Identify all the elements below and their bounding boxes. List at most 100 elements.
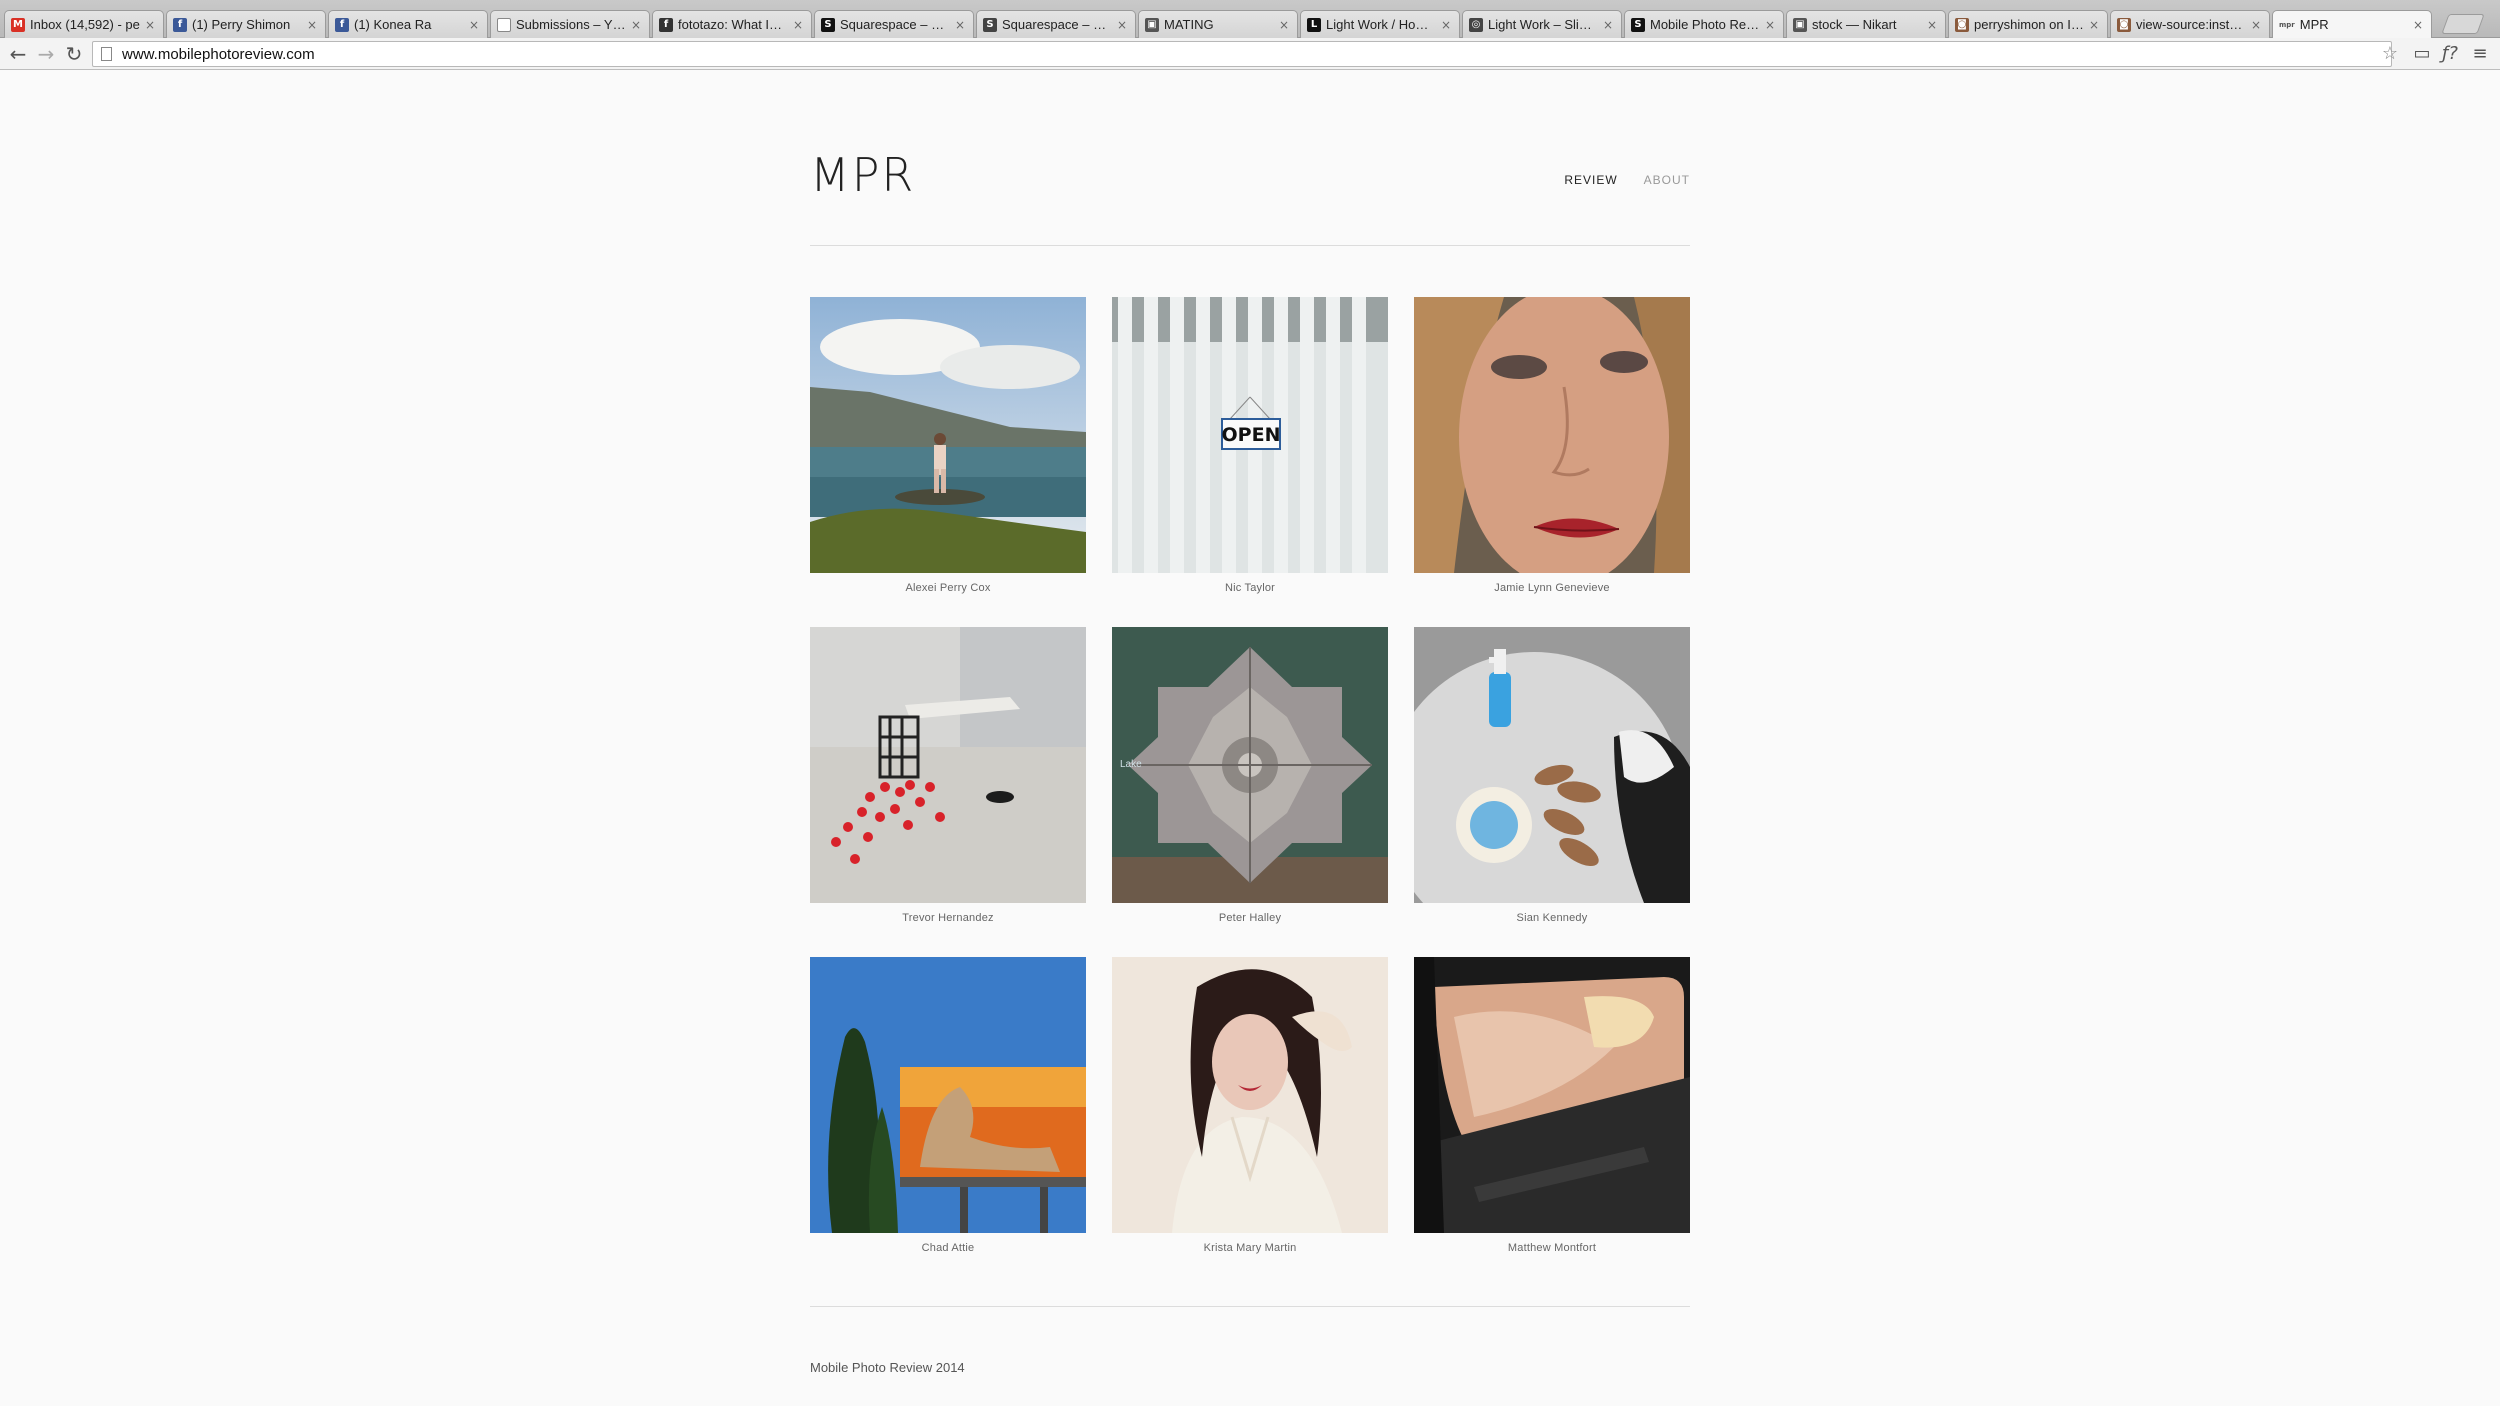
browser-tab[interactable]: L Light Work / How to ×	[1300, 10, 1460, 38]
tab-title: Light Work – SlideRo	[1488, 17, 1598, 32]
main-nav: REVIEW ABOUT	[1564, 173, 1690, 187]
browser-tab[interactable]: mpr MPR ×	[2272, 10, 2432, 38]
gallery-item[interactable]: OPEN Nic Taylor	[1112, 297, 1388, 607]
close-tab-icon[interactable]: ×	[631, 18, 643, 32]
photographer-name: Jamie Lynn Genevieve	[1494, 582, 1610, 594]
close-tab-icon[interactable]: ×	[2413, 18, 2425, 32]
lightwork-icon: L	[1307, 17, 1321, 32]
browser-tab[interactable]: f (1) Konea Ra ×	[328, 10, 488, 38]
browser-toolbar: ← → ↻ www.mobilephotoreview.com ☆ ▭ ƒ? ≡	[0, 38, 2500, 70]
footer-divider	[810, 1306, 1690, 1307]
tab-title: MATING	[1164, 17, 1214, 32]
squarespace-icon: S	[983, 17, 997, 32]
thumbnail-image	[1414, 627, 1690, 903]
close-tab-icon[interactable]: ×	[1603, 18, 1615, 32]
close-tab-icon[interactable]: ×	[1117, 18, 1129, 32]
close-tab-icon[interactable]: ×	[307, 18, 319, 32]
site-header: MPR REVIEW ABOUT	[810, 70, 1690, 246]
menu-icon[interactable]: ≡	[2468, 42, 2492, 66]
address-bar[interactable]: www.mobilephotoreview.com	[92, 41, 2392, 67]
reload-icon[interactable]: ↻	[62, 42, 86, 66]
squarespace-icon: S	[1631, 17, 1645, 32]
close-tab-icon[interactable]: ×	[1279, 18, 1291, 32]
cube-icon: ▣	[1145, 17, 1159, 32]
browser-tab[interactable]: f fototazo: What Is Pro ×	[652, 10, 812, 38]
close-tab-icon[interactable]: ×	[955, 18, 967, 32]
browser-tab[interactable]: ◙ view-source:instagra ×	[2110, 10, 2270, 38]
close-tab-icon[interactable]: ×	[145, 18, 157, 32]
url-text: www.mobilephotoreview.com	[122, 45, 315, 63]
browser-tab[interactable]: ▣ stock — Nikart ×	[1786, 10, 1946, 38]
browser-tab[interactable]: f (1) Perry Shimon ×	[166, 10, 326, 38]
close-tab-icon[interactable]: ×	[793, 18, 805, 32]
close-tab-icon[interactable]: ×	[469, 18, 481, 32]
thumbnail-image	[1414, 297, 1690, 573]
map-label: Lake	[1120, 759, 1142, 770]
thumbnail-image: OPEN	[1112, 297, 1388, 573]
photographer-name: Matthew Montfort	[1507, 1242, 1597, 1254]
close-tab-icon[interactable]: ×	[1441, 18, 1453, 32]
gallery-item[interactable]: Lake Peter Halley	[1112, 627, 1388, 937]
tab-title: Inbox (14,592) - pe	[30, 17, 140, 32]
fototazo-icon: f	[659, 17, 673, 32]
browser-tab[interactable]: ◎ Light Work – SlideRo ×	[1462, 10, 1622, 38]
new-tab-button[interactable]	[2441, 14, 2485, 34]
thumbnail-image	[1112, 957, 1388, 1233]
tab-title: view-source:instagra	[2136, 17, 2246, 32]
nav-review-link[interactable]: REVIEW	[1564, 173, 1617, 187]
tab-title: Submissions – YET m	[516, 17, 626, 32]
tab-title: Light Work / How to	[1326, 17, 1436, 32]
photographer-name: Nic Taylor	[1224, 582, 1276, 594]
thumbnail-image	[1414, 957, 1690, 1233]
browser-tab[interactable]: Submissions – YET m ×	[490, 10, 650, 38]
photographer-name: Sian Kennedy	[1516, 912, 1588, 924]
gallery-item[interactable]: Jamie Lynn Genevieve	[1414, 297, 1690, 607]
tab-title: MPR	[2299, 17, 2329, 32]
close-tab-icon[interactable]: ×	[2251, 18, 2263, 32]
instagram-icon: ◙	[2117, 17, 2131, 32]
thumbnail-image	[810, 957, 1086, 1233]
globe-icon: ◎	[1469, 17, 1483, 32]
instagram-icon: ◙	[1955, 17, 1969, 32]
font-extension-icon[interactable]: ƒ?	[2438, 42, 2462, 66]
browser-tab[interactable]: S Squarespace – Confi ×	[814, 10, 974, 38]
photographer-name: Chad Attie	[921, 1242, 975, 1254]
thumbnail-image	[810, 627, 1086, 903]
browser-tab-strip: M Inbox (14,592) - pe × f (1) Perry Shimon × f…	[0, 0, 2500, 38]
site-logo[interactable]: MPR	[810, 152, 915, 198]
photographer-name: Krista Mary Martin	[1203, 1242, 1297, 1254]
tab-title: Squarespace – Confi	[1002, 17, 1112, 32]
gallery-item[interactable]: Sian Kennedy	[1414, 627, 1690, 937]
browser-tab[interactable]: S Squarespace – Confi ×	[976, 10, 1136, 38]
mpr-icon: mpr	[2279, 20, 2295, 29]
close-tab-icon[interactable]: ×	[2089, 18, 2101, 32]
gallery-item[interactable]: Alexei Perry Cox	[810, 297, 1086, 607]
gallery-item[interactable]: Krista Mary Martin	[1112, 957, 1388, 1267]
back-icon[interactable]: ←	[6, 42, 30, 66]
browser-tab[interactable]: ◙ perryshimon on Insta ×	[1948, 10, 2108, 38]
bookmark-star-icon[interactable]: ☆	[2378, 42, 2402, 66]
forward-icon[interactable]: →	[34, 42, 58, 66]
gmail-icon: M	[11, 17, 25, 32]
close-tab-icon[interactable]: ×	[1927, 18, 1939, 32]
browser-tab[interactable]: ▣ MATING ×	[1138, 10, 1298, 38]
gallery-item[interactable]: Trevor Hernandez	[810, 627, 1086, 937]
footer-copyright: Mobile Photo Review 2014	[810, 1360, 965, 1375]
extension-icon[interactable]: ▭	[2410, 42, 2434, 66]
browser-tab[interactable]: S Mobile Photo Review ×	[1624, 10, 1784, 38]
tab-title: (1) Perry Shimon	[192, 17, 291, 32]
gallery-item[interactable]: Matthew Montfort	[1414, 957, 1690, 1267]
close-tab-icon[interactable]: ×	[1765, 18, 1777, 32]
facebook-icon: f	[335, 17, 349, 32]
open-sign-text: OPEN	[1222, 424, 1281, 446]
thumbnail-image	[810, 297, 1086, 573]
browser-tab[interactable]: M Inbox (14,592) - pe ×	[4, 10, 164, 38]
gallery-item[interactable]: Chad Attie	[810, 957, 1086, 1267]
tab-title: fototazo: What Is Pro	[678, 17, 788, 32]
tab-title: Squarespace – Confi	[840, 17, 950, 32]
photographer-name: Trevor Hernandez	[902, 912, 994, 924]
nav-about-link[interactable]: ABOUT	[1644, 173, 1690, 187]
thumbnail-image: Lake	[1112, 627, 1388, 903]
photographer-name: Alexei Perry Cox	[905, 582, 991, 594]
squarespace-icon: S	[821, 17, 835, 32]
